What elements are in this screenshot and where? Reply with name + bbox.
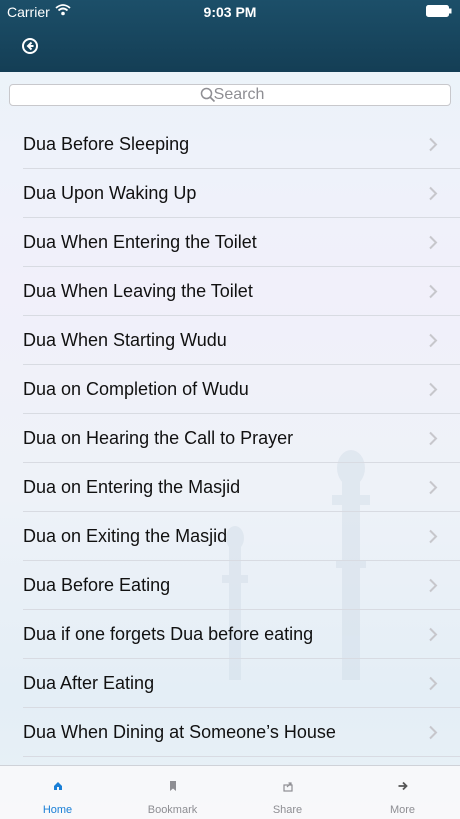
arrow-right-icon xyxy=(398,781,408,791)
chevron-right-icon xyxy=(429,382,438,397)
chevron-right-icon xyxy=(429,627,438,642)
chevron-right-icon xyxy=(429,333,438,348)
chevron-right-icon xyxy=(429,284,438,299)
list-item[interactable]: Dua Upon Waking Up xyxy=(23,169,460,218)
list-item-label: Dua Upon Waking Up xyxy=(23,183,197,203)
top-bar: Carrier 9:03 PM xyxy=(0,0,460,72)
list-item[interactable]: Dua if one forgets Dua before eating xyxy=(23,610,460,659)
list-item-label: Dua Before Eating xyxy=(23,575,171,595)
chevron-right-icon xyxy=(429,578,438,593)
tab-home-label: Home xyxy=(42,804,73,816)
tab-bar: Home Bookmark Share More xyxy=(0,765,460,819)
search-bar xyxy=(9,84,451,106)
list-item[interactable]: Dua on Entering the Masjid xyxy=(23,463,460,512)
tab-bookmark[interactable]: Bookmark xyxy=(115,766,230,819)
tab-share[interactable]: Share xyxy=(230,766,345,819)
list-item[interactable]: Dua on Exiting the Masjid xyxy=(23,512,460,561)
list-item-label: Dua on Completion of Wudu xyxy=(23,379,249,399)
back-circle-icon[interactable] xyxy=(20,36,40,56)
chevron-right-icon xyxy=(429,235,438,250)
chevron-right-icon xyxy=(429,529,438,544)
tab-bookmark-label: Bookmark xyxy=(147,804,198,816)
list-item[interactable]: Dua When Leaving the Toilet xyxy=(23,267,460,316)
battery-icon xyxy=(426,5,452,17)
list-item[interactable]: Dua When Starting Wudu xyxy=(23,316,460,365)
list-item-label: Dua if one forgets Dua before eating xyxy=(23,624,314,644)
list-item-label: Dua Before Sleeping xyxy=(23,134,190,154)
status-bar: Carrier 9:03 PM xyxy=(0,0,460,24)
tab-share-label: Share xyxy=(272,804,303,816)
list-item-label: Dua When Starting Wudu xyxy=(23,330,227,350)
list-item[interactable]: Dua After Eating xyxy=(23,659,460,708)
clock: 9:03 PM xyxy=(203,4,257,20)
tab-home[interactable]: Home xyxy=(0,766,115,819)
list-item-label: Dua After Eating xyxy=(23,673,155,693)
list-item[interactable]: Dua on Completion of Wudu xyxy=(23,365,460,414)
chevron-right-icon xyxy=(429,480,438,495)
list-item-label: Dua on Hearing the Call to Prayer xyxy=(23,428,294,448)
dua-list: Dua Before Sleeping Dua Upon Waking Up Dua… xyxy=(0,120,460,757)
list-item[interactable]: Dua Before Eating xyxy=(23,561,460,610)
share-icon xyxy=(283,782,293,792)
search-input[interactable] xyxy=(9,84,451,106)
chevron-right-icon xyxy=(429,186,438,201)
list-item-label: Dua on Exiting the Masjid xyxy=(23,526,228,546)
list-item-label: Dua When Leaving the Toilet xyxy=(23,281,253,301)
list-item-label: Dua When Dining at Someone’s House xyxy=(23,722,336,742)
list-item-label: Dua on Entering the Masjid xyxy=(23,477,241,497)
list-item[interactable]: Dua When Dining at Someone’s House xyxy=(23,708,460,757)
list-item[interactable]: Dua When Entering the Toilet xyxy=(23,218,460,267)
search-icon xyxy=(200,87,216,103)
bookmark-icon xyxy=(170,781,176,791)
tab-more-label: More xyxy=(389,804,416,816)
chevron-right-icon xyxy=(429,725,438,740)
list-item-label: Dua When Entering the Toilet xyxy=(23,232,257,252)
list-item[interactable]: Dua on Hearing the Call to Prayer xyxy=(23,414,460,463)
tab-more[interactable]: More xyxy=(345,766,460,819)
list-item[interactable]: Dua Before Sleeping xyxy=(23,120,460,169)
chevron-right-icon xyxy=(429,137,438,152)
chevron-right-icon xyxy=(429,431,438,446)
chevron-right-icon xyxy=(429,676,438,691)
home-icon xyxy=(54,782,62,790)
